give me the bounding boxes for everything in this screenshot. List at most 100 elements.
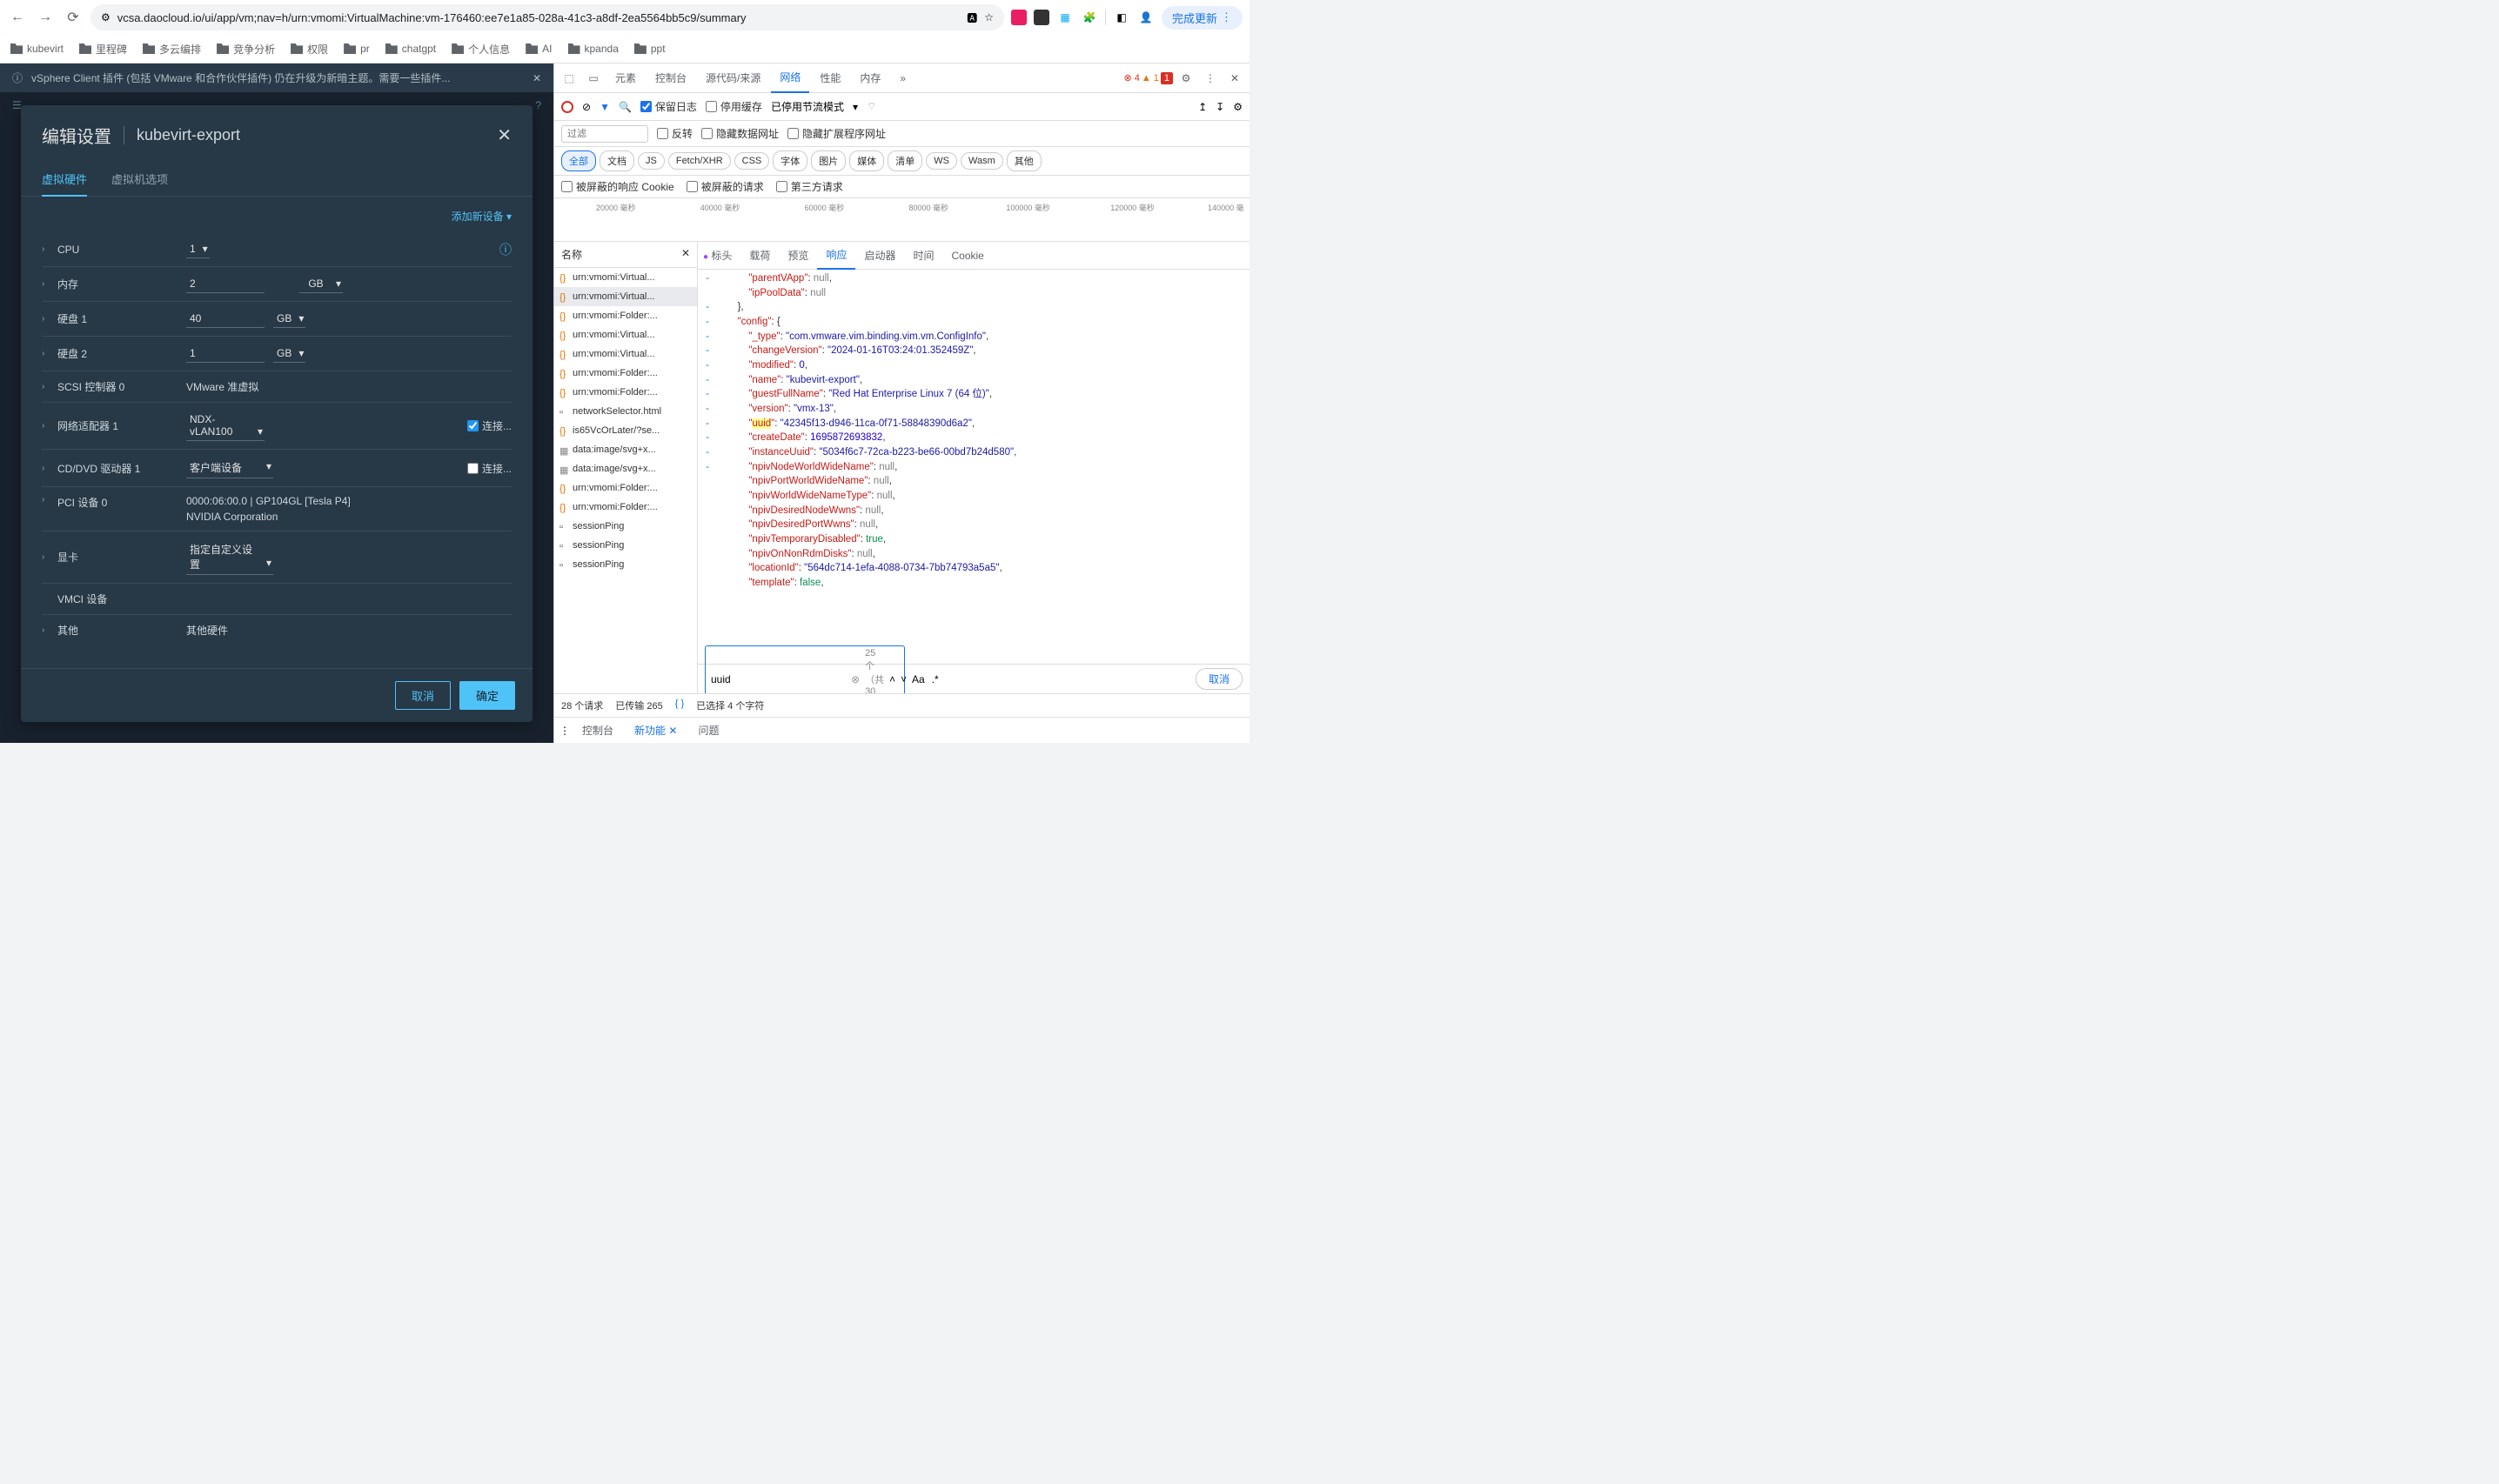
detail-tab-preview[interactable]: 预览: [779, 242, 817, 269]
request-item[interactable]: {}urn:vmomi:Virtual...: [554, 344, 697, 364]
request-item[interactable]: ▦data:image/svg+x...: [554, 440, 697, 459]
close-devtools-icon[interactable]: ✕: [1223, 67, 1246, 90]
profile-icon[interactable]: 👤: [1137, 9, 1155, 26]
add-device-button[interactable]: 添加新设备 ▾: [42, 205, 512, 232]
clear-icon[interactable]: ⊘: [582, 101, 591, 113]
network-select[interactable]: NDX-vLAN100: [186, 411, 265, 441]
site-settings-icon[interactable]: ⚙: [101, 11, 111, 23]
wifi-icon[interactable]: ⌔: [867, 100, 876, 113]
hide-data-check[interactable]: 隐藏数据网址: [701, 126, 779, 141]
request-item[interactable]: ▫sessionPing: [554, 536, 697, 555]
expand-icon[interactable]: ›: [42, 552, 50, 562]
side-panel-icon[interactable]: ◧: [1113, 9, 1130, 26]
preserve-log-check[interactable]: 保留日志: [640, 99, 697, 114]
cpu-select[interactable]: 1: [186, 240, 210, 258]
ext-icon-2[interactable]: [1034, 10, 1049, 25]
tab-elements[interactable]: 元素: [606, 64, 645, 92]
disk1-input[interactable]: [186, 310, 265, 328]
response-json[interactable]: - "parentVApp": null, "ipPoolData": null…: [698, 270, 1250, 664]
upload-icon[interactable]: ↥: [1198, 101, 1207, 113]
detail-tab-response[interactable]: 响应: [817, 242, 855, 270]
type-other[interactable]: 其他: [1007, 150, 1042, 171]
request-item[interactable]: {}urn:vmomi:Virtual...: [554, 268, 697, 287]
request-item[interactable]: {}urn:vmomi:Folder:...: [554, 364, 697, 383]
request-item[interactable]: ▫sessionPing: [554, 517, 697, 536]
network-settings-icon[interactable]: ⚙: [1233, 101, 1243, 113]
json-search-box[interactable]: ⊗ 25 个（共 30 个） ˄ ˅: [705, 645, 905, 694]
type-font[interactable]: 字体: [773, 150, 807, 171]
blocked-cookie-check[interactable]: 被屏蔽的响应 Cookie: [561, 179, 674, 194]
bookmark-chatgpt[interactable]: chatgpt: [385, 43, 436, 55]
ext-icon-1[interactable]: [1011, 10, 1027, 25]
modal-close-icon[interactable]: ✕: [497, 124, 512, 146]
reload-button[interactable]: ⟳: [63, 7, 84, 28]
type-media[interactable]: 媒体: [849, 150, 884, 171]
issue-badge[interactable]: 1: [1161, 72, 1173, 84]
expand-icon[interactable]: ›: [42, 464, 50, 473]
tab-performance[interactable]: 性能: [811, 64, 849, 92]
timeline[interactable]: 20000 毫秒 40000 毫秒 60000 毫秒 80000 毫秒 1000…: [554, 198, 1250, 242]
json-search-input[interactable]: [711, 673, 846, 685]
type-manifest[interactable]: 清单: [888, 150, 922, 171]
throttle-select[interactable]: 已停用节流模式: [771, 99, 844, 114]
memory-input[interactable]: [186, 275, 265, 293]
request-item[interactable]: {}urn:vmomi:Virtual...: [554, 287, 697, 306]
memory-unit-select[interactable]: GB: [299, 275, 343, 293]
gpu-select[interactable]: 指定自定义设置: [186, 539, 273, 575]
warn-badge[interactable]: ▲ 1: [1142, 73, 1159, 84]
url-bar[interactable]: ⚙ vcsa.daocloud.io/ui/app/vm;nav=h/urn:v…: [90, 4, 1004, 30]
drawer-console[interactable]: 控制台: [573, 719, 622, 742]
bookmark-ai[interactable]: AI: [526, 43, 552, 55]
inspect-icon[interactable]: ⬚: [558, 67, 580, 90]
case-toggle[interactable]: Aa: [912, 673, 925, 685]
third-party-check[interactable]: 第三方请求: [776, 179, 843, 194]
invert-check[interactable]: 反转: [657, 126, 693, 141]
request-item[interactable]: {}urn:vmomi:Folder:...: [554, 498, 697, 517]
filter-icon[interactable]: ▼: [600, 101, 610, 113]
bookmark-ppt[interactable]: ppt: [634, 43, 666, 55]
bookmark-multicloud[interactable]: 多云编排: [143, 42, 201, 57]
cpu-info-icon[interactable]: ⓘ: [499, 241, 512, 258]
network-connect-check[interactable]: 连接...: [467, 418, 512, 433]
tab-network[interactable]: 网络: [771, 63, 809, 93]
request-item[interactable]: {}urn:vmomi:Folder:...: [554, 478, 697, 498]
drawer-issues[interactable]: 问题: [689, 719, 727, 742]
expand-icon[interactable]: ›: [42, 349, 50, 358]
error-badge[interactable]: ⊗ 4: [1124, 72, 1140, 84]
expand-icon[interactable]: ›: [42, 495, 50, 505]
detail-tab-initiator[interactable]: 启动器: [855, 242, 904, 269]
detail-tab-cookies[interactable]: Cookie: [942, 244, 992, 268]
search-cancel-button[interactable]: 取消: [1196, 668, 1243, 690]
ext-icon-3[interactable]: ▦: [1056, 9, 1074, 26]
request-item[interactable]: {}is65VcOrLater/?se...: [554, 421, 697, 440]
type-img[interactable]: 图片: [811, 150, 846, 171]
detail-tab-payload[interactable]: 载荷: [740, 242, 779, 269]
request-item[interactable]: {}urn:vmomi:Virtual...: [554, 325, 697, 344]
filter-input[interactable]: [561, 125, 648, 143]
expand-icon[interactable]: ›: [42, 625, 50, 635]
star-icon[interactable]: ☆: [984, 11, 994, 23]
bookmark-kubevirt[interactable]: kubevirt: [10, 43, 64, 55]
type-wasm[interactable]: Wasm: [961, 152, 1003, 170]
expand-icon[interactable]: ›: [42, 382, 50, 391]
tab-more[interactable]: »: [891, 65, 915, 91]
detail-tab-headers[interactable]: 标头: [711, 250, 732, 262]
bookmark-permissions[interactable]: 权限: [291, 42, 328, 57]
bookmark-kpanda[interactable]: kpanda: [568, 43, 619, 55]
search-icon[interactable]: 🔍: [619, 101, 632, 113]
forward-button[interactable]: →: [35, 7, 56, 28]
request-item[interactable]: ▫sessionPing: [554, 555, 697, 574]
cancel-button[interactable]: 取消: [395, 681, 451, 710]
cddvd-connect-check[interactable]: 连接...: [467, 461, 512, 476]
drawer-more-icon[interactable]: ⋮: [559, 725, 570, 737]
device-icon[interactable]: ▭: [582, 67, 605, 90]
back-button[interactable]: ←: [7, 7, 28, 28]
bookmark-competition[interactable]: 竞争分析: [217, 42, 275, 57]
request-item[interactable]: ▦data:image/svg+x...: [554, 459, 697, 478]
settings-icon[interactable]: ⚙: [1175, 67, 1197, 90]
download-icon[interactable]: ↧: [1216, 101, 1224, 113]
request-item[interactable]: {}urn:vmomi:Folder:...: [554, 306, 697, 325]
detail-tab-timing[interactable]: 时间: [904, 242, 942, 269]
disk1-unit-select[interactable]: GB: [273, 310, 305, 328]
bookmark-pr[interactable]: pr: [344, 43, 370, 55]
